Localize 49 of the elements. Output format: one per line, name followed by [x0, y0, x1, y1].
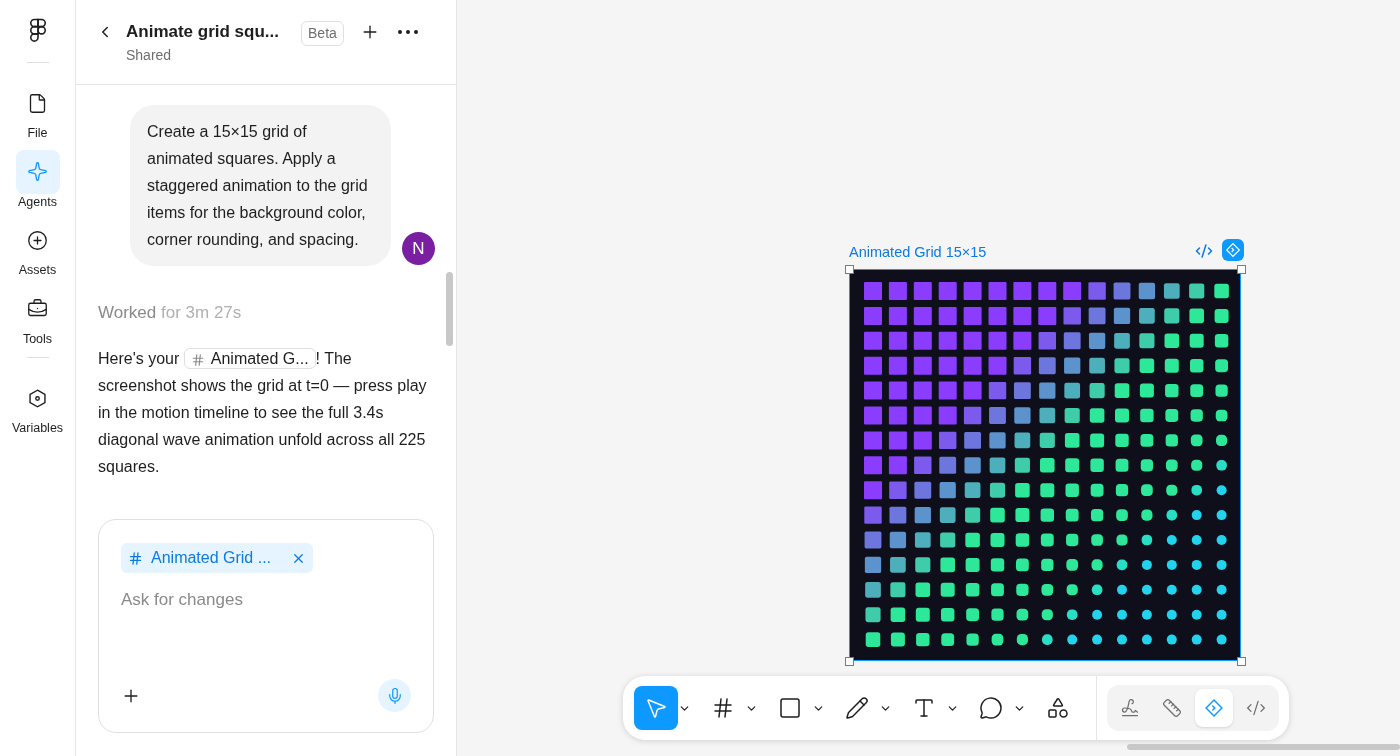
grid-frame[interactable]: [849, 269, 1241, 661]
frame-icon: [128, 550, 143, 566]
rail-item[interactable]: Assets: [15, 218, 60, 277]
frame-chip[interactable]: Animated G...: [183, 348, 316, 369]
frame-icon: [711, 696, 735, 720]
context-chip[interactable]: Animated Grid ...: [121, 543, 314, 573]
user-avatar: N: [402, 232, 435, 265]
frame-icon: [190, 352, 205, 367]
rectangle-icon: [778, 696, 802, 720]
worked-duration: for 3m 27s: [161, 303, 242, 322]
diamond-badge[interactable]: [1222, 239, 1244, 261]
ruler-icon: [1162, 698, 1182, 718]
hexagon-icon: [27, 387, 48, 409]
pencil-icon: [845, 696, 869, 720]
plus-circle-icon: [27, 229, 48, 251]
text-icon: [912, 696, 936, 720]
more-icon: [397, 30, 418, 34]
sparkle-icon: [27, 161, 48, 182]
beta-badge: Beta: [301, 21, 344, 46]
resize-handle[interactable]: [1237, 657, 1246, 666]
diamond-icon: [1225, 242, 1241, 258]
more-button[interactable]: [397, 30, 418, 34]
worked-label: Worked: [98, 303, 157, 322]
diamond-icon: [1204, 698, 1224, 718]
message-input[interactable]: Ask for changes: [121, 587, 411, 613]
resize-handle[interactable]: [845, 657, 854, 666]
rail-item[interactable]: Variables: [11, 376, 64, 435]
file-icon: [27, 92, 48, 114]
scribble-icon: [1120, 698, 1140, 718]
resize-handle[interactable]: [845, 265, 854, 274]
scrollbar[interactable]: [446, 272, 453, 346]
user-message: Create a 15×15 grid of animated squares. Apply a staggered animation to the grid items for the background color, corner rounding, and spacing.: [130, 105, 391, 266]
mic-button[interactable]: [378, 679, 411, 712]
code-icon: [1246, 698, 1266, 718]
shapes-icon: [1046, 696, 1070, 720]
scrollbar[interactable]: [1127, 744, 1400, 750]
resize-handle[interactable]: [1237, 265, 1246, 274]
toolbox-icon: [27, 298, 48, 319]
cursor-icon: [644, 696, 668, 720]
mode-button[interactable]: [1195, 689, 1233, 727]
reply-message: Here's your Animated G... ! The screenshot shows the grid at t=0 — press play in the motion timeline to see the full 3.4s diagonal wave animation unfold across all 225 squares.: [98, 347, 428, 477]
rail-item[interactable]: File: [15, 81, 60, 140]
chat-subtitle: Shared: [126, 46, 173, 65]
rail-item[interactable]: Tools: [15, 286, 60, 345]
logo-icon[interactable]: [28, 18, 47, 44]
comment-icon: [979, 696, 1003, 720]
frame-title[interactable]: Animated Grid 15×15: [849, 242, 987, 264]
code-icon[interactable]: [1195, 242, 1213, 260]
chat-title: Animate grid squ...: [126, 21, 280, 43]
